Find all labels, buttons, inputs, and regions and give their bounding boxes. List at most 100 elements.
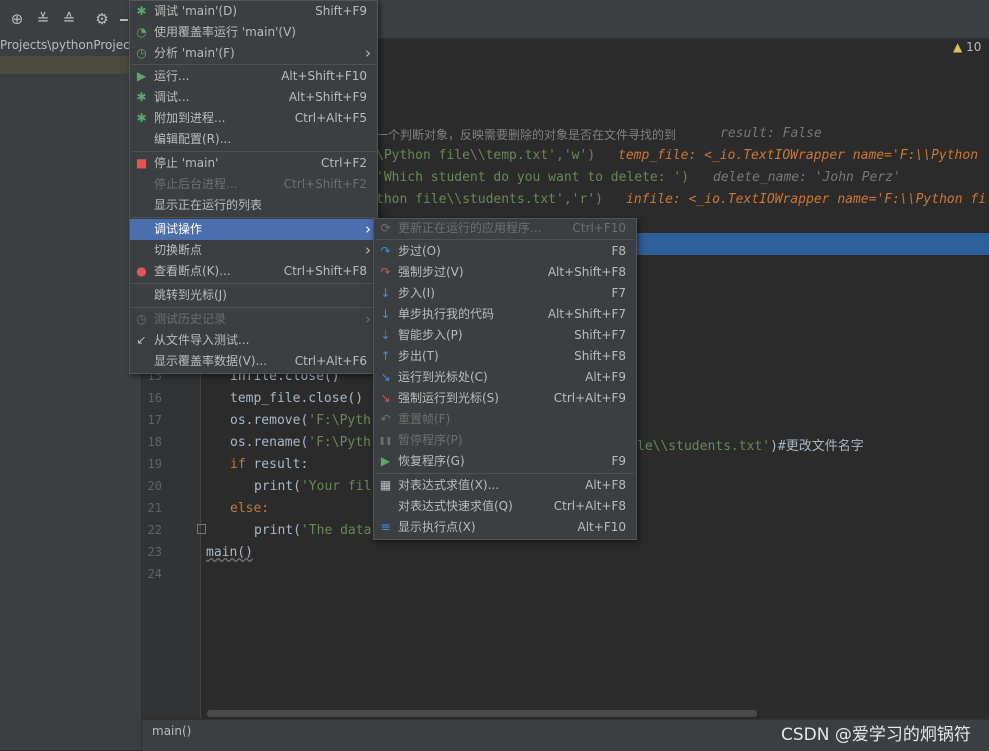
debug-menu-item-10: ❚❚ 暂停程序(P) [374, 430, 636, 451]
run-menu-item-13[interactable]: 跳转到光标(J) [130, 285, 377, 306]
run-to-cursor-icon: ↘ [380, 370, 391, 384]
menu-item-label: 智能步入(P) [398, 328, 463, 342]
run-menu-item-4[interactable]: ✱ 调试... Alt+Shift+F9 [130, 87, 377, 108]
resume-icon: ▶ [380, 454, 391, 468]
inspection-warnings[interactable]: ▲ 10 [953, 40, 981, 54]
debug-menu-item-8[interactable]: ↘ 强制运行到光标(S) Ctrl+Alt+F9 [374, 388, 636, 409]
gear-icon[interactable]: ⚙ [93, 10, 111, 28]
inline-value-delete-name: delete_name: 'John Perz' [713, 170, 901, 185]
menu-item-label: 调试 'main'(D) [154, 4, 237, 18]
run-menu-item-7[interactable]: ■ 停止 'main' Ctrl+F2 [130, 153, 377, 174]
run-menu-item-6[interactable]: 编辑配置(R)... [130, 129, 377, 150]
stop-icon: ■ [135, 156, 148, 170]
minimize-icon[interactable] [120, 19, 128, 21]
expand-all-icon[interactable]: ≚ [34, 10, 52, 28]
debug-menu-item-3[interactable]: ↓ 步入(I) F7 [374, 283, 636, 304]
debug-menu-item-6[interactable]: ↑ 步出(T) Shift+F8 [374, 346, 636, 367]
submenu-arrow-icon: › [365, 220, 371, 238]
debug-bug-icon: ✱ [136, 90, 147, 104]
menu-item-shortcut: F8 [611, 244, 626, 258]
menu-item-label: 步入(I) [398, 286, 435, 300]
run-menu-item-9[interactable]: 显示正在运行的列表 [130, 195, 377, 216]
line-number: 19 [147, 457, 162, 471]
code-infile-open: thon file\\students.txt','r') [376, 192, 603, 207]
menu-item-shortcut: Shift+F9 [315, 4, 367, 18]
horizontal-scrollbar[interactable] [207, 710, 757, 717]
run-menu-item-5[interactable]: ✱ 附加到进程... Ctrl+Alt+F5 [130, 108, 377, 129]
run-icon: ▶ [136, 69, 147, 83]
menu-item-label: 显示覆盖率数据(V)... [154, 354, 268, 368]
fold-marker-icon[interactable] [197, 524, 206, 534]
attach-process-icon: ✱ [136, 111, 147, 125]
menu-item-shortcut: Alt+Shift+F8 [547, 265, 626, 279]
debug-menu-item-13[interactable]: 对表达式快速求值(Q) Ctrl+Alt+F8 [374, 496, 636, 517]
run-menu-item-2[interactable]: ◷ 分析 'main'(F) › [130, 43, 377, 64]
history-icon: ◷ [136, 312, 147, 326]
smart-step-into-icon: ⇣ [380, 328, 391, 342]
run-menu-item-16[interactable]: 显示覆盖率数据(V)... Ctrl+Alt+F6 [130, 351, 377, 372]
debug-menu-item-7[interactable]: ↘ 运行到光标处(C) Alt+F9 [374, 367, 636, 388]
debug-menu-item-1[interactable]: ↷ 步过(O) F8 [374, 241, 636, 262]
debug-menu-item-5[interactable]: ⇣ 智能步入(P) Shift+F7 [374, 325, 636, 346]
menu-item-label: 分析 'main'(F) [154, 46, 235, 60]
menu-item-label: 强制步过(V) [398, 265, 464, 279]
line-number: 22 [147, 523, 162, 537]
menu-item-shortcut: Alt+F8 [585, 478, 626, 492]
menu-separator [132, 217, 375, 218]
run-menu-item-0[interactable]: ✱ 调试 'main'(D) Shift+F9 [130, 1, 377, 22]
menu-item-label: 从文件导入测试... [154, 333, 250, 347]
debug-menu-item-4[interactable]: ↓ 单步执行我的代码 Alt+Shift+F7 [374, 304, 636, 325]
submenu-arrow-icon: › [365, 44, 371, 62]
run-menu-item-15[interactable]: ↙ 从文件导入测试... [130, 330, 377, 351]
menu-item-label: 单步执行我的代码 [398, 307, 495, 321]
run-menu-item-12[interactable]: ● 查看断点(K)... Ctrl+Shift+F8 [130, 261, 377, 282]
run-menu-item-14: ◷ 测试历史记录 › [130, 309, 377, 330]
menu-item-shortcut: Alt+F10 [577, 520, 626, 534]
menu-item-label: 恢复程序(G) [398, 454, 465, 468]
menu-separator [376, 473, 634, 474]
menu-separator [132, 64, 375, 65]
menu-item-shortcut: Ctrl+F2 [321, 156, 367, 170]
debug-menu-item-2[interactable]: ↷ 强制步过(V) Alt+Shift+F8 [374, 262, 636, 283]
project-path[interactable]: Projects\pythonProject [0, 38, 134, 52]
force-step-over-icon: ↷ [380, 265, 391, 279]
menu-item-shortcut: Ctrl+Shift+F2 [283, 177, 367, 191]
menu-item-label: 暂停程序(P) [398, 433, 463, 447]
debug-menu-item-12[interactable]: ▦ 对表达式求值(X)... Alt+F8 [374, 475, 636, 496]
code-line-20: print('Your fil [254, 479, 372, 494]
project-panel [0, 38, 142, 750]
run-menu-item-11[interactable]: 切换断点 › [130, 240, 377, 261]
project-selected-row[interactable] [0, 56, 141, 74]
breadcrumb[interactable]: main() [152, 724, 191, 738]
menu-item-label: 附加到进程... [154, 111, 226, 125]
run-menu-item-3[interactable]: ▶ 运行... Alt+Shift+F10 [130, 66, 377, 87]
menu-item-shortcut: Ctrl+Alt+F6 [294, 354, 367, 368]
menu-item-shortcut: Alt+Shift+F9 [288, 90, 367, 104]
menu-item-label: 对表达式求值(X)... [398, 478, 500, 492]
run-menu-item-10[interactable]: 调试操作 › [130, 219, 377, 240]
debug-menu-item-14[interactable]: ≡ 显示执行点(X) Alt+F10 [374, 517, 636, 538]
run-menu: ✱ 调试 'main'(D) Shift+F9 ◔ 使用覆盖率运行 'main'(V) ◷… [129, 0, 378, 374]
menu-item-shortcut: Ctrl+Alt+F9 [553, 391, 626, 405]
warning-count: 10 [966, 40, 982, 54]
debug-menu-item-11[interactable]: ▶ 恢复程序(G) F9 [374, 451, 636, 472]
warning-icon: ▲ [953, 40, 963, 54]
run-menu-item-8: 停止后台进程... Ctrl+Shift+F2 [130, 174, 377, 195]
debug-menu-item-9: ↶ 重置帧(F) [374, 409, 636, 430]
menu-separator [132, 151, 375, 152]
import-tests-icon: ↙ [136, 333, 147, 347]
menu-item-label: 显示正在运行的列表 [154, 198, 263, 212]
line-number: 18 [147, 435, 162, 449]
crosshair-icon[interactable]: ⊕ [8, 10, 26, 28]
menu-item-shortcut: Alt+Shift+F10 [281, 69, 367, 83]
run-menu-item-1[interactable]: ◔ 使用覆盖率运行 'main'(V) [130, 22, 377, 43]
line-number: 16 [147, 391, 162, 405]
menu-item-label: 运行... [154, 69, 190, 83]
menu-item-shortcut: Shift+F7 [574, 328, 626, 342]
menu-item-shortcut: F9 [611, 454, 626, 468]
menu-item-label: 更新正在运行的应用程序... [398, 221, 542, 235]
menu-item-label: 重置帧(F) [398, 412, 451, 426]
step-over-icon: ↷ [380, 244, 391, 258]
collapse-all-icon[interactable]: ≙ [60, 10, 78, 28]
menu-item-label: 强制运行到光标(S) [398, 391, 499, 405]
